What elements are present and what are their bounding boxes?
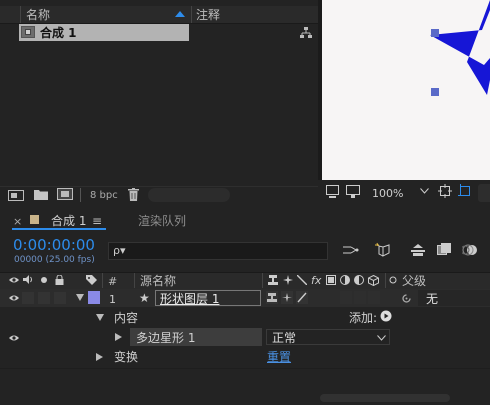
frame-blending-icon[interactable] (437, 243, 451, 257)
lock-header-icon[interactable] (55, 275, 64, 285)
layer-fx-switch[interactable] (340, 291, 352, 304)
frame-rate-info: 00000 (25.00 fps) (14, 255, 95, 265)
search-icon: ρ▾ (113, 244, 126, 257)
shape-group-visibility-eye-icon[interactable] (9, 334, 19, 342)
tab-menu-icon[interactable]: ≡ (92, 215, 102, 227)
layer-search-input[interactable] (108, 242, 328, 260)
quality-switch-header-icon[interactable] (297, 275, 307, 285)
parent-pickwhip-icon[interactable] (401, 293, 412, 304)
viewer-footer-scroll[interactable] (478, 184, 490, 202)
always-preview-icon[interactable] (326, 185, 339, 198)
tab-render-queue[interactable]: 渲染队列 (138, 215, 186, 227)
sort-ascending-icon[interactable] (175, 11, 185, 17)
trash-icon[interactable] (128, 188, 139, 201)
layer-quality-switch[interactable] (296, 291, 308, 304)
solo-dot-header-icon[interactable] (41, 277, 47, 283)
adjustment-layer-header-icon[interactable] (354, 275, 364, 285)
draft-3d-icon[interactable] (374, 242, 392, 258)
monitor-icon[interactable] (346, 185, 360, 198)
expand-layer-chevron-icon[interactable] (76, 294, 84, 301)
parent-select-value: 无 (426, 292, 439, 306)
contents-label: 内容 (114, 311, 139, 325)
star-vertex-handle[interactable] (431, 88, 439, 96)
star-vertex-handle[interactable] (431, 29, 439, 37)
name-column-header[interactable]: 名称 (26, 9, 50, 21)
layer-name[interactable]: 形状图层 1 (160, 293, 219, 305)
lock-toggle-cell[interactable] (54, 292, 66, 304)
composition-label-color-icon (30, 215, 39, 224)
hide-shy-layers-icon[interactable] (410, 244, 426, 257)
reset-transform-link[interactable]: 重置 (267, 351, 291, 363)
layer-number-header: # (108, 275, 118, 288)
project-scrollbar[interactable] (148, 188, 230, 202)
zoom-level-select[interactable]: 100% (372, 188, 403, 199)
motion-blur-switch-header-icon[interactable] (340, 275, 350, 285)
effects-switch-header[interactable]: fx (311, 275, 321, 286)
header-divider (262, 273, 263, 288)
tab-composition-1[interactable]: 合成 1 (51, 215, 86, 227)
add-content-play-icon[interactable] (380, 310, 392, 322)
layer-visibility-eye-icon[interactable] (9, 294, 19, 302)
transform-label: 变换 (114, 350, 139, 364)
current-time-display[interactable]: 0:00:00:00 (13, 238, 95, 253)
parent-pickwhip-header-icon[interactable] (389, 276, 397, 284)
header-divider (385, 273, 386, 288)
chevron-down-icon[interactable] (420, 188, 429, 194)
new-folder-icon[interactable] (34, 189, 48, 200)
composition-mini-flowchart-icon[interactable] (343, 244, 359, 256)
bit-depth-button[interactable]: 8 bpc (90, 191, 118, 201)
star-shape[interactable] (322, 0, 490, 180)
blend-mode-chevron-down-icon[interactable] (377, 335, 386, 341)
expand-contents-chevron-icon[interactable] (96, 314, 104, 321)
layer-shy-switch[interactable] (266, 291, 278, 304)
timeline-scroll-smudge (320, 394, 450, 402)
source-name-header[interactable]: 源名称 (140, 275, 176, 287)
shy-switch-header-icon[interactable] (268, 275, 278, 285)
layer-frame-blend-switch[interactable] (354, 291, 366, 304)
parent-column-header[interactable]: 父级 (402, 275, 426, 287)
bpc-divider (80, 188, 81, 202)
layer-collapse-switch[interactable] (281, 291, 293, 304)
expand-transform-chevron-icon[interactable] (96, 353, 103, 361)
close-tab-icon[interactable]: × (13, 216, 22, 227)
expand-group-chevron-icon[interactable] (115, 333, 122, 341)
collapse-switch-header-icon[interactable] (283, 275, 293, 285)
layer-motion-blur-switch[interactable] (368, 291, 380, 304)
frame-blend-switch-header-icon[interactable] (326, 275, 336, 285)
name-column-divider (20, 6, 21, 23)
comment-column-divider (191, 6, 192, 23)
project-item-name: 合成 1 (40, 26, 77, 40)
layer-index: 1 (109, 293, 116, 306)
interpret-footage-icon[interactable] (8, 190, 24, 201)
label-tag-header-icon[interactable] (86, 275, 97, 285)
audio-speaker-header-icon[interactable] (23, 275, 33, 284)
video-eye-header-icon[interactable] (9, 276, 19, 284)
header-divider (134, 273, 135, 288)
motion-blur-icon[interactable] (462, 243, 478, 257)
blend-mode-value: 正常 (272, 331, 297, 345)
timeline-bottom-divider (0, 368, 490, 369)
timeline-tab-underline (12, 228, 106, 230)
composition-canvas[interactable] (322, 0, 490, 180)
header-divider (102, 273, 103, 288)
flowchart-icon[interactable] (300, 27, 312, 38)
3d-layer-header-icon[interactable] (368, 275, 379, 286)
layer-label-color[interactable] (88, 291, 100, 304)
shape-group-name[interactable]: 多边星形 1 (136, 332, 195, 344)
add-label: 添加: (349, 311, 378, 325)
new-composition-icon[interactable] (57, 188, 73, 200)
comment-column-header[interactable]: 注释 (196, 9, 220, 21)
shape-layer-star-icon: ★ (139, 291, 150, 305)
solo-toggle-cell[interactable] (38, 292, 50, 304)
fit-to-frame-icon[interactable] (438, 184, 452, 198)
composition-icon (21, 26, 35, 38)
region-of-interest-icon[interactable] (458, 184, 472, 198)
audio-toggle-cell[interactable] (22, 292, 34, 304)
